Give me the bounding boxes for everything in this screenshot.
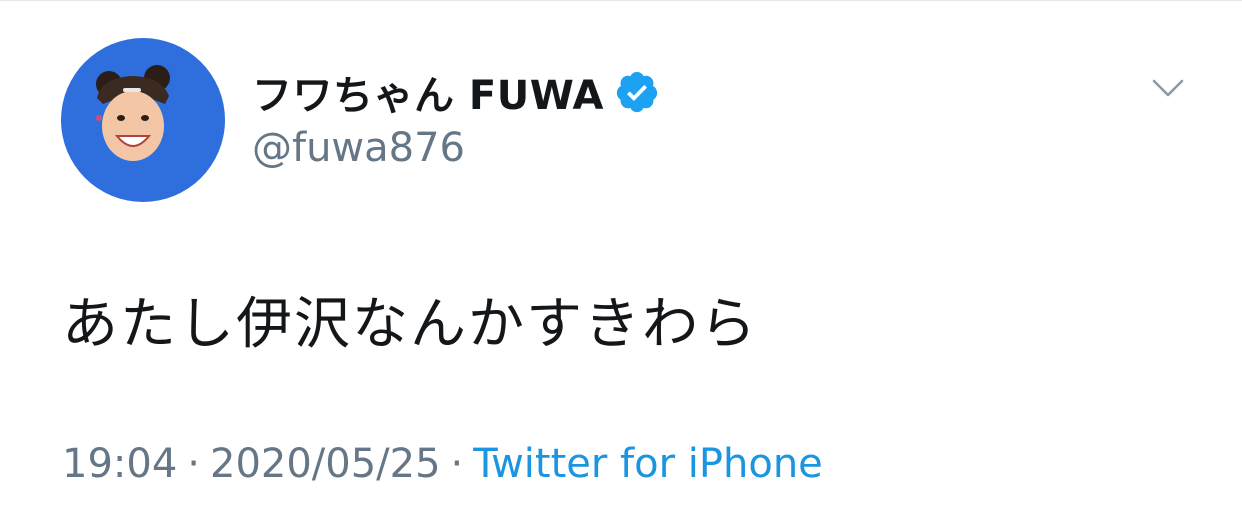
meta-separator: · xyxy=(450,441,464,487)
chevron-down-icon[interactable] xyxy=(1148,73,1188,105)
tweet-time[interactable]: 19:04 xyxy=(62,441,177,487)
meta-separator: · xyxy=(187,441,200,487)
avatar-face-icon xyxy=(96,65,170,161)
avatar[interactable] xyxy=(61,38,225,202)
user-handle[interactable]: @fuwa876 xyxy=(252,125,465,171)
tweet-text: あたし伊沢なんかすきわら xyxy=(62,292,758,357)
tweet-source-link[interactable]: Twitter for iPhone xyxy=(473,441,823,487)
display-name[interactable]: フワちゃん FUWA xyxy=(252,63,604,121)
tweet-card: フワちゃん FUWA @fuwa876 あたし伊沢なんかすきわら 19:04 · 2… xyxy=(0,0,1242,532)
verified-badge-icon xyxy=(616,71,658,113)
tweet-date[interactable]: 2020/05/25 xyxy=(210,441,441,487)
name-row: フワちゃん FUWA xyxy=(252,63,660,121)
tweet-meta: 19:04 · 2020/05/25 · Twitter for iPhone xyxy=(62,441,823,487)
